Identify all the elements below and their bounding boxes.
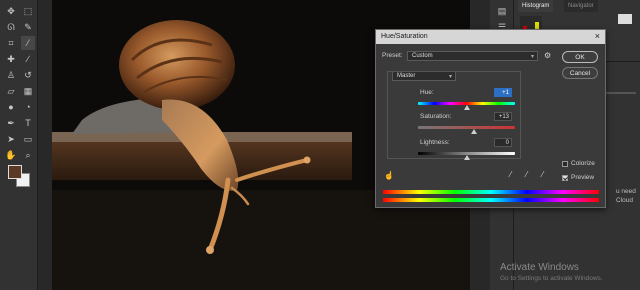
cancel-button[interactable]: Cancel: [562, 67, 598, 79]
activate-windows-title: Activate Windows: [500, 262, 579, 273]
tools-panel: ✥ ⬚ ᘏ ✎ ⌗ ⁄ ✚ ∕ ♙ ↺ ▱ ▦ ● ◔ ✒ T ➤ ▭ ✋ ⌕: [0, 0, 38, 290]
clone-stamp-icon[interactable]: ♙: [4, 68, 18, 82]
pen-icon[interactable]: ✒: [4, 116, 18, 130]
marquee-icon[interactable]: ⬚: [21, 4, 35, 18]
dialog-title: Hue/Saturation: [381, 33, 428, 40]
history-brush-icon[interactable]: ↺: [21, 68, 35, 82]
hue-saturation-dialog: Hue/Saturation × Preset: Custom ▾ ⚙ OK C…: [375, 29, 606, 208]
lasso-icon[interactable]: ᘏ: [4, 20, 18, 34]
lightness-label: Lightness:: [420, 139, 450, 146]
preset-select[interactable]: Custom ▾: [407, 51, 538, 61]
preset-options-gear-icon[interactable]: ⚙: [544, 51, 551, 60]
blur-icon[interactable]: ●: [4, 100, 18, 114]
eyedropper-plus-icon[interactable]: ⁄: [526, 170, 527, 179]
history-icon[interactable]: ▤: [495, 4, 509, 18]
colorize-label: Colorize: [571, 160, 595, 167]
move-icon[interactable]: ✥: [4, 4, 18, 18]
input-color-bar: [383, 190, 599, 194]
lightness-slider-thumb[interactable]: [464, 155, 470, 160]
histogram-menu-icon[interactable]: [618, 14, 632, 24]
photoshop-window: ✥ ⬚ ᘏ ✎ ⌗ ⁄ ✚ ∕ ♙ ↺ ▱ ▦ ● ◔ ✒ T ➤ ▭ ✋ ⌕: [0, 0, 640, 290]
ok-button[interactable]: OK: [562, 51, 598, 63]
healing-icon[interactable]: ✚: [4, 52, 18, 66]
saturation-label: Saturation:: [420, 113, 452, 120]
preview-checkbox[interactable]: [562, 175, 568, 181]
preset-label: Preset:: [382, 52, 403, 59]
eyedropper-icon[interactable]: ⁄: [510, 170, 511, 179]
tab-navigator[interactable]: Navigator: [564, 0, 598, 12]
zoom-icon[interactable]: ⌕: [21, 148, 35, 162]
hue-slider-thumb[interactable]: [464, 105, 470, 110]
close-icon[interactable]: ×: [595, 31, 600, 41]
gradient-icon[interactable]: ▦: [21, 84, 35, 98]
output-color-bar: [383, 198, 599, 202]
tab-histogram[interactable]: Histogram: [518, 0, 554, 12]
saturation-slider-track[interactable]: [418, 126, 515, 129]
activate-windows-subtitle: Go to Settings to activate Windows.: [500, 275, 603, 282]
saturation-input[interactable]: +13: [494, 112, 512, 121]
eyedropper-minus-icon[interactable]: ⁄: [542, 170, 543, 179]
panel-divider: [606, 92, 636, 94]
color-swatches[interactable]: [8, 165, 32, 189]
eyedropper-icon[interactable]: ⁄: [21, 36, 35, 50]
eraser-icon[interactable]: ▱: [4, 84, 18, 98]
brush-icon[interactable]: ∕: [21, 52, 35, 66]
side-text-1: u need: [616, 188, 636, 195]
saturation-slider-thumb[interactable]: [471, 129, 477, 134]
side-text-2: Cloud: [616, 197, 633, 204]
dialog-title-bar[interactable]: Hue/Saturation ×: [376, 30, 605, 44]
foreground-color-swatch[interactable]: [8, 165, 22, 179]
lightness-input[interactable]: 0: [494, 138, 512, 147]
target-adjustment-hand-icon[interactable]: ☝: [384, 171, 394, 180]
dodge-icon[interactable]: ◔: [21, 100, 35, 114]
preset-value: Custom: [412, 53, 433, 59]
type-icon[interactable]: T: [21, 116, 35, 130]
shape-icon[interactable]: ▭: [21, 132, 35, 146]
preview-label: Preview: [571, 174, 595, 181]
chevron-down-icon: ▾: [530, 54, 534, 60]
quick-select-icon[interactable]: ✎: [21, 20, 35, 34]
path-select-icon[interactable]: ➤: [4, 132, 18, 146]
colorize-checkbox[interactable]: [562, 161, 568, 167]
hand-icon[interactable]: ✋: [4, 148, 18, 162]
hue-input[interactable]: +1: [494, 88, 512, 97]
hue-label: Hue:: [420, 89, 434, 96]
crop-icon[interactable]: ⌗: [4, 36, 18, 50]
